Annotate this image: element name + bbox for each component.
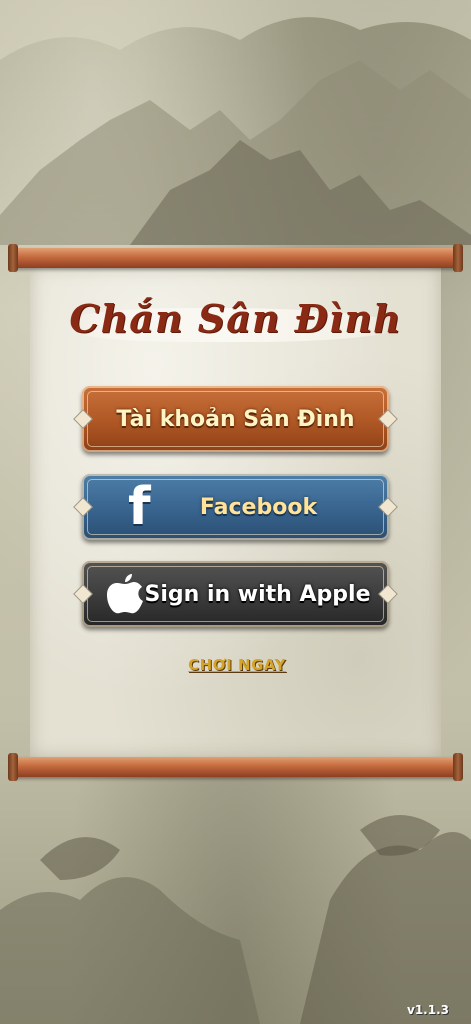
title-logo: Chắn Sân Đình <box>60 290 411 354</box>
game-title: Chắn Sân Đình <box>69 296 402 341</box>
account-login-button[interactable]: Tài khoản Sân Đình <box>73 386 398 452</box>
apple-icon <box>107 574 143 614</box>
account-login-label: Tài khoản Sân Đình <box>116 406 355 432</box>
facebook-login-button[interactable]: f Facebook <box>73 474 398 540</box>
scroll-bottom-rod <box>8 753 463 781</box>
play-now-link[interactable]: CHƠI NGAY <box>181 656 293 674</box>
facebook-login-label: Facebook <box>199 494 318 520</box>
apple-login-label: Sign in with Apple <box>144 581 371 607</box>
scroll-top-rod <box>8 244 463 272</box>
facebook-icon: f <box>128 477 151 537</box>
version-label: v1.1.3 <box>407 1003 449 1017</box>
apple-login-button[interactable]: Sign in with Apple <box>73 561 398 627</box>
